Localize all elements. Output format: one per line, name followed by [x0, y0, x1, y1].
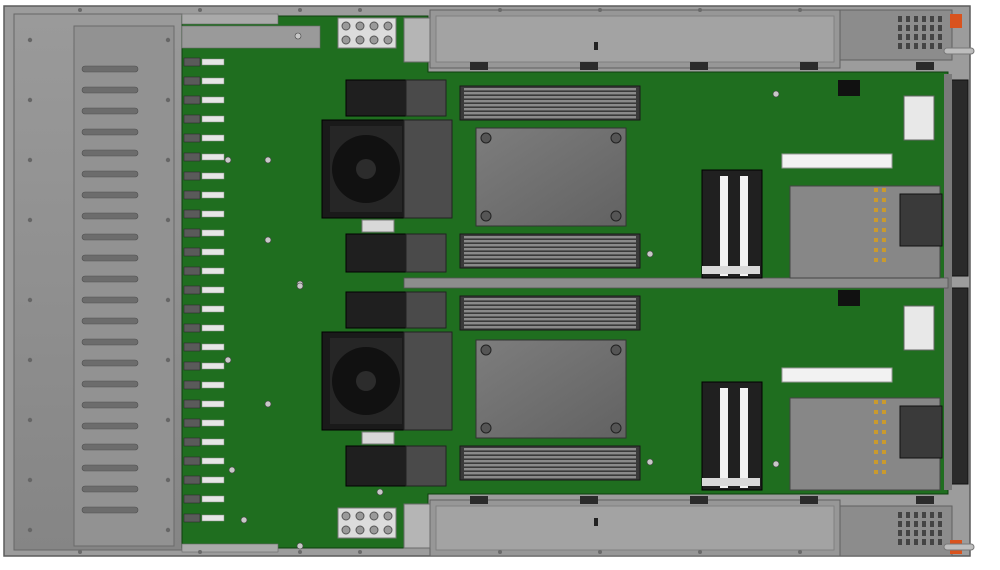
cpu-heatsink-lower — [475, 339, 627, 439]
left-drive-cage — [13, 13, 183, 551]
cpu-heatsink-upper — [475, 127, 627, 227]
chassis-illustration — [3, 5, 975, 557]
sled-divider — [403, 277, 949, 289]
server-chassis-render — [0, 0, 1000, 570]
